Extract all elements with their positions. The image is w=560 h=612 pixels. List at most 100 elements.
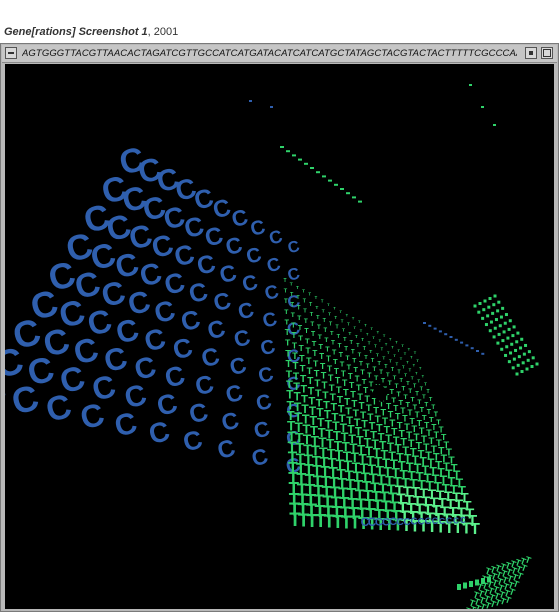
green-t-glyph: T: [334, 315, 337, 320]
green-t-glyph: T: [285, 348, 291, 358]
window-menu-button[interactable]: [5, 47, 17, 59]
blue-c-glyph: C: [211, 287, 234, 317]
green-cluster-bar: [469, 581, 473, 587]
green-t-glyph: T: [408, 388, 412, 395]
blue-c-glyph: C: [260, 308, 279, 333]
blue-c-glyph: C: [286, 264, 302, 284]
green-t-glyph: T: [360, 369, 365, 377]
green-t-glyph: T: [321, 299, 324, 304]
3d-viewport[interactable]: CCCCCCCCCCCCCCCCCCCCCCCCCCCCCCCCCCCCCCCC…: [5, 64, 554, 609]
blue-dash: [449, 336, 453, 338]
window-titlebar[interactable]: AGTGGGTTACGTTAACACTAGATCGTTGCCATCATGATAC…: [2, 45, 557, 63]
diamond-cell: [489, 320, 493, 324]
green-t-glyph: T: [283, 278, 286, 284]
green-t-glyph: T: [399, 378, 403, 384]
green-t-glyph: T: [350, 340, 354, 346]
green-t-glyph: T: [385, 341, 388, 346]
blue-dash: [433, 327, 437, 330]
green-t-glyph: T: [306, 347, 311, 356]
green-t-glyph: T: [333, 305, 336, 310]
green-dash: [328, 179, 332, 182]
blue-c-strip-glyph: C: [453, 516, 459, 525]
green-t-glyph: T: [285, 328, 290, 337]
diamond-cell: [481, 316, 485, 320]
diamond-cell: [491, 311, 495, 315]
green-dash: [298, 158, 302, 161]
blue-c-glyph: C: [227, 352, 249, 380]
green-t-glyph: T: [376, 352, 379, 358]
green-t-glyph: T: [296, 285, 299, 290]
green-t-glyph: T: [416, 358, 419, 363]
green-t-glyph: T: [339, 309, 342, 314]
green-t-glyph: T: [284, 317, 289, 326]
diamond-cell: [473, 304, 477, 308]
green-t-glyph: T: [311, 331, 316, 338]
green-t-glyph: T: [359, 360, 363, 367]
green-t-glyph: T: [333, 357, 338, 366]
green-t-glyph: T: [321, 371, 327, 381]
blue-c-glyph: C: [240, 271, 261, 297]
blue-c-glyph: C: [186, 398, 211, 430]
blue-c-glyph: C: [286, 238, 302, 258]
green-t-glyph: T: [291, 312, 295, 319]
green-t-glyph: T: [331, 340, 335, 347]
green-t-glyph: T: [299, 353, 305, 363]
green-t-glyph: T: [410, 355, 413, 360]
green-t-glyph: T: [358, 319, 361, 324]
diamond-cell: [499, 315, 503, 319]
green-t-glyph: T: [417, 378, 420, 383]
green-t-glyph: T: [372, 335, 375, 340]
scene-canvas[interactable]: CCCCCCCC C CCCCCCCCC C CCCCCCCC C C CCCCCCC C C C C…: [5, 64, 554, 609]
blue-dash: [460, 341, 464, 344]
diamond-cell: [497, 300, 501, 304]
green-t-glyph: T: [309, 302, 313, 308]
blue-c-glyph: C: [205, 315, 229, 346]
green-t-glyph: T: [386, 373, 390, 379]
blue-c-glyph: C: [199, 343, 223, 374]
green-t-glyph: T: [292, 340, 298, 350]
blue-dash: [428, 324, 432, 327]
green-t-glyph: T: [366, 363, 370, 370]
green-t-glyph: T: [316, 315, 320, 321]
caption-year: , 2001: [147, 26, 179, 38]
green-t-glyph: T: [353, 325, 356, 330]
green-t-glyph: T: [284, 289, 288, 295]
blue-c-strip-glyph: C: [439, 516, 446, 526]
diamond-cell: [496, 309, 500, 313]
green-t-glyph: T: [369, 379, 374, 388]
caption: Gene[rations] Screenshot 1, 2001: [4, 26, 178, 38]
diamond-cell: [506, 336, 510, 340]
green-t-glyph: T: [343, 387, 349, 397]
green-t-glyph: T: [337, 334, 341, 340]
green-t-glyph: T: [325, 346, 330, 354]
blue-mark: [249, 100, 252, 102]
green-t-glyph: T: [413, 362, 416, 367]
green-t-glyph: T: [417, 399, 421, 406]
green-t-glyph: T: [358, 352, 362, 358]
green-t-glyph: T: [363, 346, 367, 352]
green-t-glyph: T: [388, 380, 392, 387]
diamond-cell: [521, 361, 525, 365]
green-dash: [310, 167, 314, 169]
green-t-glyph: T: [317, 324, 321, 331]
green-t-glyph: T: [406, 359, 409, 364]
minimize-button[interactable]: [525, 47, 537, 59]
blue-c-glyph: C: [256, 362, 276, 388]
diamond-cell: [520, 370, 524, 373]
blue-c-glyph: C: [177, 303, 203, 337]
green-dash: [280, 146, 284, 148]
diamond-cell: [503, 321, 507, 325]
diamond-cell: [488, 329, 492, 333]
green-t-glyph: T: [368, 340, 371, 345]
blue-c-glyph: C: [170, 332, 196, 366]
maximize-button[interactable]: [541, 47, 553, 59]
blue-c-glyph: C: [251, 416, 272, 443]
diamond-cell: [484, 323, 488, 327]
blue-c-strip-glyph: C: [410, 517, 417, 528]
diamond-cell: [525, 367, 529, 371]
diamond-cell: [511, 366, 515, 370]
green-t-glyph: T: [324, 337, 328, 344]
green-dash: [286, 150, 290, 153]
green-t-glyph: T: [382, 355, 385, 360]
green-dash: [304, 162, 308, 165]
